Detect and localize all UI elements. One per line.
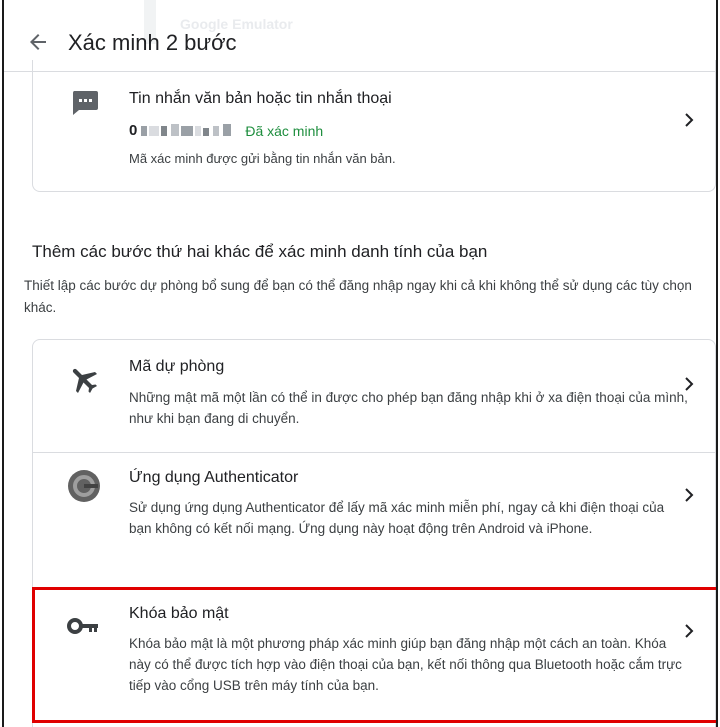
phone-number-row: 0 Đã xác minh	[129, 122, 323, 139]
authenticator-icon	[68, 470, 100, 502]
app-frame: Google Emulator Xác minh 2 bước Tin nhắn…	[2, 0, 718, 727]
sms-option-title: Tin nhắn văn bản hoặc tin nhắn thoại	[129, 90, 392, 107]
back-arrow-icon[interactable]	[26, 30, 50, 54]
backup-options-card: Mã dự phòng Những mật mã một lần có thể …	[32, 339, 716, 727]
option-title: Ứng dụng Authenticator	[129, 469, 299, 486]
chevron-right-icon[interactable]	[681, 623, 697, 639]
option-title: Mã dự phòng	[129, 358, 225, 375]
key-icon	[67, 618, 98, 634]
option-description: Khóa bảo mật là một phương pháp xác minh…	[129, 636, 682, 693]
sms-option-card[interactable]: Tin nhắn văn bản hoặc tin nhắn thoại 0 Đ…	[32, 60, 716, 192]
more-steps-heading: Thêm các bước thứ hai khác để xác minh d…	[32, 242, 488, 261]
masked-phone-number	[141, 123, 232, 136]
airplane-icon	[72, 368, 98, 394]
option-backup-codes[interactable]: Mã dự phòng Những mật mã một lần có thể …	[33, 340, 716, 452]
option-authenticator[interactable]: Ứng dụng Authenticator Sử dụng ứng dụng …	[33, 452, 716, 588]
sms-option-description: Mã xác minh được gửi bằng tin nhắn văn b…	[129, 151, 396, 166]
option-title: Khóa bảo mật	[129, 605, 229, 622]
message-icon	[72, 91, 98, 115]
page-title: Xác minh 2 bước	[68, 30, 237, 55]
verified-label: Đã xác minh	[245, 122, 324, 139]
option-security-key[interactable]: Khóa bảo mật Khóa bảo mật là một phương …	[33, 588, 716, 727]
chevron-right-icon[interactable]	[681, 487, 697, 503]
chevron-right-icon[interactable]	[681, 376, 697, 392]
phone-number-prefix: 0	[129, 122, 138, 139]
more-steps-description: Thiết lập các bước dự phòng bổ sung để b…	[24, 278, 692, 315]
option-description: Sử dụng ứng dụng Authenticator để lấy mã…	[129, 500, 665, 536]
chevron-right-icon[interactable]	[681, 112, 697, 128]
option-description: Những mật mã một lần có thể in được cho …	[129, 390, 688, 426]
